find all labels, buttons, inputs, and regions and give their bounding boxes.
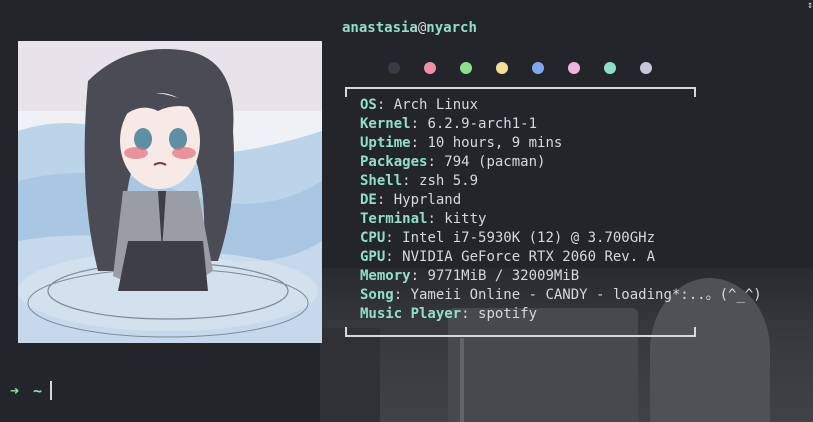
color-palette	[388, 62, 652, 74]
info-value: spotify	[478, 306, 538, 322]
info-key: Uptime	[360, 135, 411, 151]
info-row: Uptime: 10 hours, 9 mins	[360, 135, 563, 151]
info-value: Yameii Online - CANDY - loading*:..。(^_^…	[410, 287, 762, 303]
info-key: Packages	[360, 154, 428, 170]
info-key: Music Player	[360, 306, 462, 322]
info-value: kitty	[444, 211, 487, 227]
current-directory: ~	[33, 381, 43, 400]
info-row: Memory: 9771MiB / 32009MiB	[360, 268, 580, 284]
info-value: Intel i7-5930K (12) @ 3.700GHz	[402, 230, 656, 246]
info-key: Terminal	[360, 211, 428, 227]
text-cursor[interactable]	[50, 381, 53, 400]
info-row: GPU: NVIDIA GeForce RTX 2060 Rev. A	[360, 249, 656, 265]
info-value: Hyprland	[393, 192, 462, 208]
palette-dot-3	[496, 62, 508, 74]
info-key: GPU	[360, 249, 386, 265]
palette-dot-7	[640, 62, 652, 74]
palette-dot-2	[460, 62, 472, 74]
info-row: Music Player: spotify	[360, 306, 538, 322]
info-value: 794 (pacman)	[444, 154, 546, 170]
user-host: anastasia@nyarch	[342, 20, 477, 36]
info-row: Packages: 794 (pacman)	[360, 154, 546, 170]
info-row: DE: Hyprland	[360, 192, 462, 208]
info-value: 10 hours, 9 mins	[427, 135, 563, 151]
info-key: DE	[360, 192, 377, 208]
palette-dot-4	[532, 62, 544, 74]
system-info: OS: Arch Linux Kernel: 6.2.9-arch1-1 Uptim…	[360, 96, 762, 324]
info-row: CPU: Intel i7-5930K (12) @ 3.700GHz	[360, 230, 656, 246]
palette-dot-0	[388, 62, 400, 74]
resize-corner-icon[interactable]: ↕	[807, 0, 813, 11]
info-row: Shell: zsh 5.9	[360, 173, 479, 189]
info-value: 6.2.9-arch1-1	[427, 116, 538, 132]
info-key: OS	[360, 97, 377, 113]
info-row: Terminal: kitty	[360, 211, 487, 227]
prompt-arrow-icon: ➜	[10, 381, 20, 400]
info-key: Shell	[360, 173, 403, 189]
shell-prompt[interactable]: ➜ ~	[10, 381, 53, 400]
info-value: zsh 5.9	[419, 173, 479, 189]
info-value: NVIDIA GeForce RTX 2060 Rev. A	[402, 249, 656, 265]
info-row: Kernel: 6.2.9-arch1-1	[360, 116, 538, 132]
palette-dot-1	[424, 62, 436, 74]
info-row: OS: Arch Linux	[360, 97, 479, 113]
palette-dot-6	[604, 62, 616, 74]
info-key: Kernel	[360, 116, 411, 132]
hostname: nyarch	[426, 20, 477, 36]
info-row: Song: Yameii Online - CANDY - loading*:.…	[360, 287, 762, 303]
info-value: Arch Linux	[393, 97, 479, 113]
username: anastasia	[342, 20, 418, 36]
info-key: CPU	[360, 230, 386, 246]
anime-girl-illustration	[18, 41, 322, 343]
info-value: 9771MiB / 32009MiB	[427, 268, 580, 284]
info-key: Song	[360, 287, 394, 303]
palette-dot-5	[568, 62, 580, 74]
info-key: Memory	[360, 268, 411, 284]
